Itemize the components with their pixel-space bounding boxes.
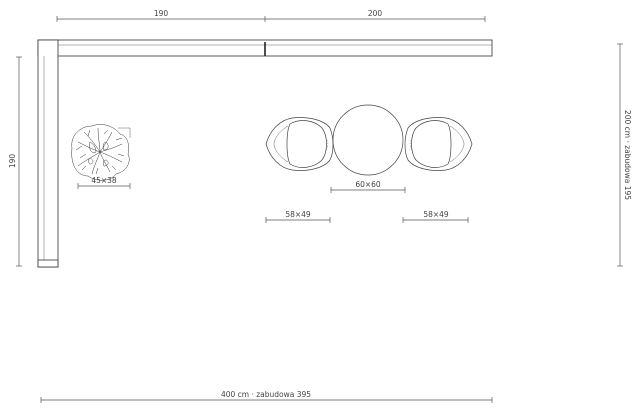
chair-right-size-label: 58×49 <box>423 210 449 219</box>
plant: 45×38 <box>71 124 131 189</box>
top-dimension: 190 200 <box>56 9 486 22</box>
dimension-top-right: 200 <box>368 9 383 18</box>
dimension-right: 200 cm · zabudowa 195 <box>623 110 632 200</box>
chair-left: 58×49 <box>265 117 334 223</box>
dimension-left: 190 <box>8 154 17 169</box>
chair-icon <box>404 117 473 171</box>
floor-plan: 190 200 190 200 cm · zabudowa 195 400 cm… <box>8 9 632 403</box>
round-table: 60×60 <box>330 104 406 193</box>
left-dimension: 190 <box>8 56 22 267</box>
plant-icon <box>71 124 131 181</box>
round-table-icon <box>332 104 404 176</box>
right-dimension: 200 cm · zabudowa 195 <box>617 43 632 267</box>
dimension-top-left: 190 <box>154 9 169 18</box>
chair-left-size-label: 58×49 <box>285 210 311 219</box>
table-size-label: 60×60 <box>355 180 381 189</box>
bottom-dimension: 400 cm · zabudowa 395 <box>40 390 493 403</box>
chair-icon <box>265 117 334 171</box>
dimension-bottom: 400 cm · zabudowa 395 <box>221 390 311 399</box>
chair-right: 58×49 <box>402 117 473 223</box>
plant-size-label: 45×38 <box>91 176 117 185</box>
